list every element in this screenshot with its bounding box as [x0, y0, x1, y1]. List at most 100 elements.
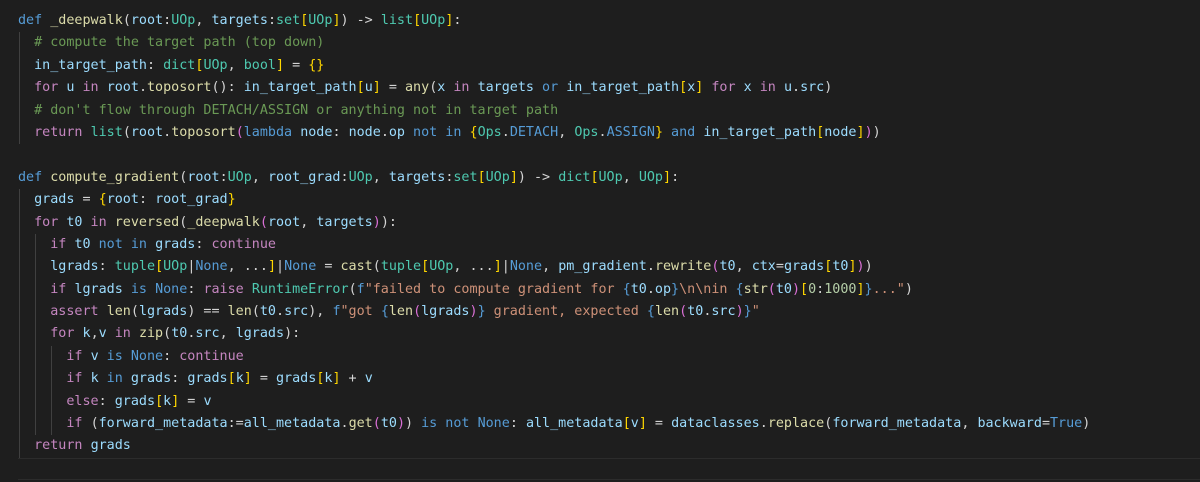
code-token: =	[1041, 416, 1050, 432]
code-token: for	[34, 80, 67, 96]
code-token: replace	[767, 416, 825, 432]
code-token: lgrads	[421, 304, 470, 320]
code-token: }	[864, 281, 873, 297]
code-token: t0	[687, 304, 704, 320]
code-token: .	[380, 124, 389, 140]
indent-guide	[19, 211, 20, 234]
indent-guide	[19, 233, 20, 257]
code-token: ,	[251, 169, 268, 185]
code-line[interactable]: if v is None: continue	[18, 345, 1200, 369]
code-token: UOp	[598, 169, 623, 185]
code-editor[interactable]: def _deepwalk(root:UOp, targets:set[UOp]…	[0, 0, 1200, 482]
code-token: in	[751, 80, 784, 96]
code-token: =	[775, 259, 784, 275]
code-token: root	[106, 192, 139, 208]
code-token: tuple	[114, 259, 156, 275]
code-token: :=	[227, 416, 244, 432]
code-token: ]	[638, 416, 647, 432]
code-token: k	[235, 371, 244, 387]
code-token: (	[251, 304, 260, 320]
code-line[interactable]: for k,v in zip(t0.src, lgrads):	[18, 323, 1200, 346]
code-line[interactable]: if (forward_metadata:=all_metadata.get(t…	[18, 413, 1200, 436]
indent-guide	[19, 189, 20, 212]
indent-guide	[19, 99, 20, 122]
code-token: k	[163, 393, 172, 409]
code-token: not in	[90, 236, 156, 252]
code-token: in_target_path	[34, 57, 147, 73]
code-token: RuntimeError	[251, 281, 349, 297]
code-token: is	[98, 348, 131, 364]
code-token: for	[34, 214, 67, 230]
code-token: ,	[372, 169, 389, 185]
code-line[interactable]: if t0 not in grads: continue	[18, 233, 1200, 257]
code-token: =	[179, 393, 204, 409]
code-token: , ...	[227, 259, 268, 275]
code-line[interactable]: def _deepwalk(root:UOp, targets:set[UOp]…	[18, 10, 1200, 32]
code-token: \n\nin	[679, 281, 736, 297]
code-token: ]	[856, 281, 865, 297]
code-token: t0	[719, 259, 736, 275]
code-token: {	[646, 304, 655, 320]
code-line[interactable]: def compute_gradient(root:UOp, root_grad…	[18, 167, 1200, 189]
code-token: lgrads	[74, 281, 123, 297]
code-token: t0	[630, 281, 647, 297]
code-line[interactable]	[18, 144, 1200, 166]
code-token: targets	[388, 169, 446, 185]
code-line[interactable]: grads = {root: root_grad}	[18, 189, 1200, 212]
code-token: [	[227, 371, 236, 387]
code-line[interactable]: if k in grads: grads[k] = grads[k] + v	[18, 368, 1200, 391]
code-token: not in	[405, 124, 470, 140]
code-line[interactable]: for t0 in reversed(_deepwalk(root, targe…	[18, 211, 1200, 234]
code-token: DETACH	[509, 124, 559, 140]
code-line[interactable]: lgrads: tuple[UOp|None, ...]|None = cast…	[18, 256, 1200, 279]
code-token: )	[405, 416, 414, 432]
code-line[interactable]: for u in root.toposort(): in_target_path…	[18, 77, 1200, 100]
code-token: def	[18, 13, 51, 28]
indent-guide	[35, 390, 37, 414]
code-token: .	[646, 259, 655, 275]
code-line[interactable]: # don't flow through DETACH/ASSIGN or an…	[18, 99, 1200, 122]
code-token: src	[195, 326, 220, 342]
code-token: UOp	[308, 13, 333, 28]
code-token: t0	[259, 304, 276, 320]
code-token: (	[235, 124, 244, 140]
code-token: ]	[663, 169, 672, 185]
indent-guide	[51, 390, 53, 414]
code-line[interactable]: assert len(lgrads) == len(t0.src), f"got…	[18, 301, 1200, 324]
code-token: gradient, expected	[485, 304, 647, 320]
code-area[interactable]: def _deepwalk(root:UOp, targets:set[UOp]…	[18, 10, 1200, 481]
code-token: UOp	[163, 259, 188, 275]
code-token: grads	[187, 371, 228, 387]
code-token: def	[18, 169, 51, 185]
code-line[interactable]: in_target_path: dict[UOp, bool] = {}	[18, 54, 1200, 78]
code-line[interactable]: # compute the target path (top down)	[18, 32, 1200, 55]
code-token: (	[122, 124, 131, 140]
code-token: if	[50, 236, 75, 252]
code-line[interactable]: return list(root.toposort(lambda node: n…	[18, 121, 1200, 145]
code-line[interactable]	[18, 457, 1200, 481]
code-token: }	[671, 281, 680, 297]
code-token: v	[90, 348, 99, 364]
code-line[interactable]: else: grads[k] = v	[18, 390, 1200, 414]
code-token: None	[155, 281, 188, 297]
code-line[interactable]: if lgrads is None: raise RuntimeError(f"…	[18, 278, 1200, 302]
code-token: (	[130, 304, 139, 320]
code-token: continue	[179, 348, 244, 364]
code-token: targets	[211, 13, 268, 28]
code-token: root	[187, 169, 220, 185]
code-token: list	[90, 124, 123, 140]
code-token: :	[138, 192, 156, 208]
indent-guide	[19, 278, 20, 302]
code-token: in_target_path	[703, 124, 817, 140]
code-token: (	[413, 304, 422, 320]
code-line[interactable]: return grads	[18, 435, 1200, 458]
code-token: =	[74, 192, 99, 208]
code-token: =	[284, 57, 309, 73]
indent-guide	[19, 413, 20, 436]
code-token: t0	[380, 416, 397, 432]
code-token: :	[340, 169, 349, 185]
